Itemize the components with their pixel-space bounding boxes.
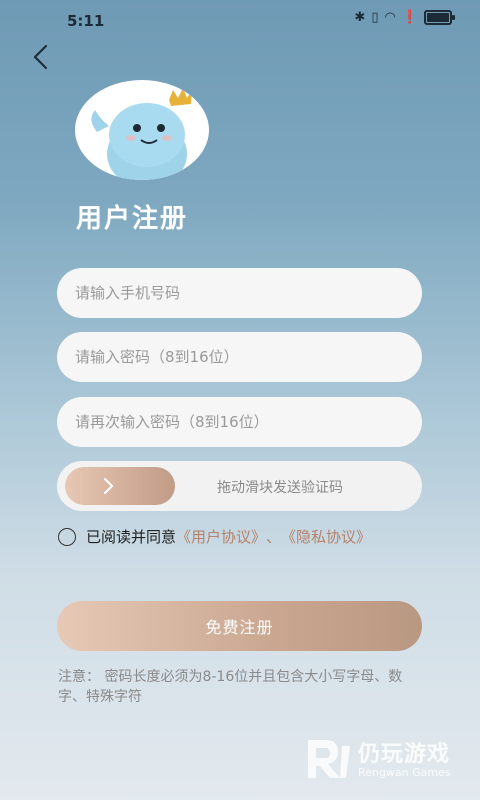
status-icons: ✱ ▯ ◠ ❗ — [354, 10, 455, 25]
agree-checkbox[interactable] — [58, 527, 76, 546]
user-agreement-link[interactable]: 《用户协议》 — [176, 526, 266, 547]
bluetooth-icon: ✱ — [354, 10, 366, 25]
watermark-logo — [308, 740, 350, 778]
phone-input[interactable] — [73, 283, 406, 303]
page-title: 用户注册 — [76, 204, 189, 234]
slider-handle[interactable] — [65, 467, 175, 505]
status-time: 5:11 — [67, 12, 105, 30]
agreement-separator: 、 — [266, 528, 282, 546]
back-button[interactable] — [26, 40, 56, 74]
battery-icon — [424, 10, 455, 25]
confirm-password-field[interactable] — [57, 397, 422, 447]
phone-field[interactable] — [57, 268, 422, 318]
verification-slider[interactable]: 拖动滑块发送验证码 — [57, 461, 422, 511]
vibrate-icon: ▯ — [371, 10, 379, 25]
register-button[interactable]: 免费注册 — [57, 601, 422, 651]
chevron-left-icon — [33, 44, 48, 70]
watermark: 仍玩游戏 Rengwan Games — [304, 736, 464, 782]
agreement-row: 已阅读并同意 《用户协议》 、 《隐私协议》 — [58, 526, 371, 547]
password-input[interactable] — [73, 347, 406, 367]
wifi-icon: ◠ — [384, 10, 396, 25]
watermark-cn: 仍玩游戏 — [358, 742, 451, 767]
password-note: 注意： 密码长度必须为8-16位并且包含大小写字母、数字、特殊字符 — [58, 669, 403, 705]
privacy-agreement-link[interactable]: 《隐私协议》 — [281, 526, 371, 547]
confirm-password-input[interactable] — [73, 412, 406, 432]
mascot-avatar — [75, 80, 209, 180]
alert-icon: ❗ — [401, 10, 418, 25]
agreement-prefix: 已阅读并同意 — [86, 528, 177, 546]
password-field[interactable] — [57, 332, 422, 382]
chevron-right-icon — [104, 478, 113, 494]
slider-label: 拖动滑块发送验证码 — [217, 480, 343, 496]
status-bar: 5:11 ✱ ▯ ◠ ❗ — [0, 0, 480, 40]
watermark-en: Rengwan Games — [358, 766, 451, 779]
